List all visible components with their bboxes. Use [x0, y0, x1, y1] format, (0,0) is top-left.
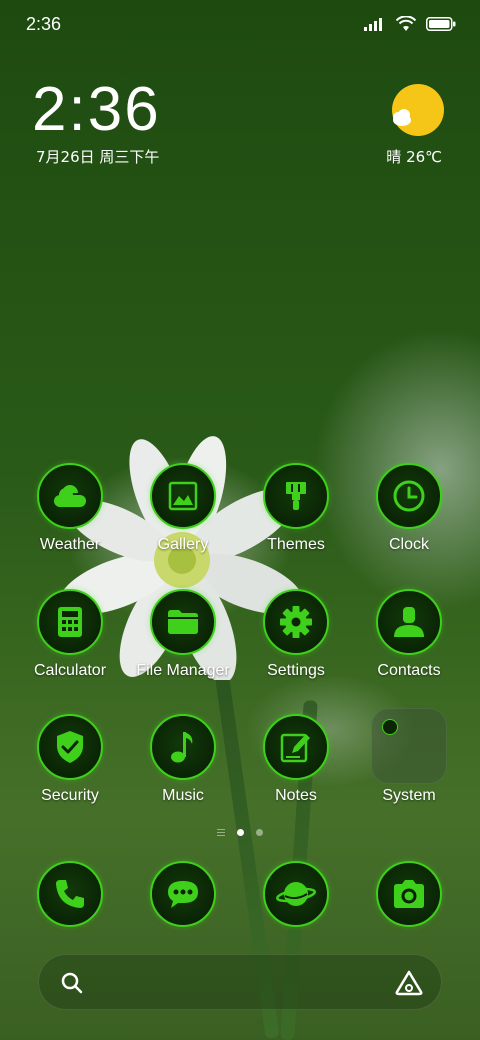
- app-clock[interactable]: Clock: [349, 463, 469, 573]
- wifi-icon: [396, 16, 416, 31]
- signal-icon: [364, 18, 382, 31]
- battery-icon: [426, 17, 456, 31]
- gear-icon: [263, 589, 329, 655]
- app-label: Weather: [39, 536, 101, 553]
- app-contacts[interactable]: Contacts: [349, 589, 469, 699]
- app-file-manager[interactable]: File Manager: [123, 589, 243, 699]
- weather-icon: [37, 463, 103, 529]
- shield-check-icon: [37, 714, 103, 780]
- browser-planet-icon: [263, 861, 329, 927]
- clock-widget-date: 7月26日 周三下午: [36, 148, 160, 166]
- app-label: Gallery: [157, 536, 209, 553]
- app-label: Calculator: [33, 662, 107, 679]
- status-icons: [364, 16, 456, 32]
- app-drawer-lines-icon: [217, 829, 225, 836]
- folder-icon: [150, 589, 216, 655]
- phone-icon: [37, 861, 103, 927]
- app-label: Clock: [388, 536, 429, 553]
- dock-browser[interactable]: [263, 861, 329, 927]
- app-settings[interactable]: Settings: [236, 589, 356, 699]
- app-folder-system[interactable]: System: [349, 708, 469, 824]
- page-indicator[interactable]: [0, 829, 480, 836]
- folder-icon: [371, 708, 447, 784]
- app-gallery[interactable]: Gallery: [123, 463, 243, 573]
- app-label: Notes: [275, 787, 317, 804]
- message-icon: [150, 861, 216, 927]
- status-time: 2:36: [26, 14, 62, 34]
- app-label: Music: [162, 787, 204, 804]
- app-label: System: [382, 787, 436, 804]
- app-security[interactable]: Security: [10, 714, 130, 824]
- calculator-icon: [37, 589, 103, 655]
- gallery-icon: [150, 463, 216, 529]
- app-notes[interactable]: Notes: [236, 714, 356, 824]
- dock-camera[interactable]: [376, 861, 442, 927]
- clock-icon: [376, 463, 442, 529]
- app-music[interactable]: Music: [123, 714, 243, 824]
- app-label: Themes: [267, 536, 325, 553]
- weather-condition: 晴 26℃: [386, 148, 442, 166]
- app-calculator[interactable]: Calculator: [10, 589, 130, 699]
- app-label: Contacts: [377, 662, 441, 679]
- clock-widget-time[interactable]: 2:36: [32, 74, 161, 145]
- app-weather[interactable]: Weather: [10, 463, 130, 573]
- person-icon: [376, 589, 442, 655]
- app-label: Security: [41, 787, 99, 804]
- page-dot: [256, 829, 263, 836]
- dock-messages[interactable]: [150, 861, 216, 927]
- notes-pen-icon: [263, 714, 329, 780]
- music-note-icon: [150, 714, 216, 780]
- paint-brush-icon: [263, 463, 329, 529]
- page-dot-active: [237, 829, 244, 836]
- search-bar[interactable]: [38, 954, 442, 1010]
- camera-icon: [376, 861, 442, 927]
- status-bar: 2:36: [0, 0, 480, 50]
- sun-cloud-icon[interactable]: [388, 84, 444, 140]
- app-label: Settings: [267, 662, 325, 679]
- app-label: File Manager: [136, 662, 230, 679]
- search-icon[interactable]: [61, 972, 83, 994]
- app-themes[interactable]: Themes: [236, 463, 356, 573]
- folder-mini-app-icon: [382, 719, 398, 735]
- assistant-icon[interactable]: [395, 970, 423, 996]
- dock-phone[interactable]: [37, 861, 103, 927]
